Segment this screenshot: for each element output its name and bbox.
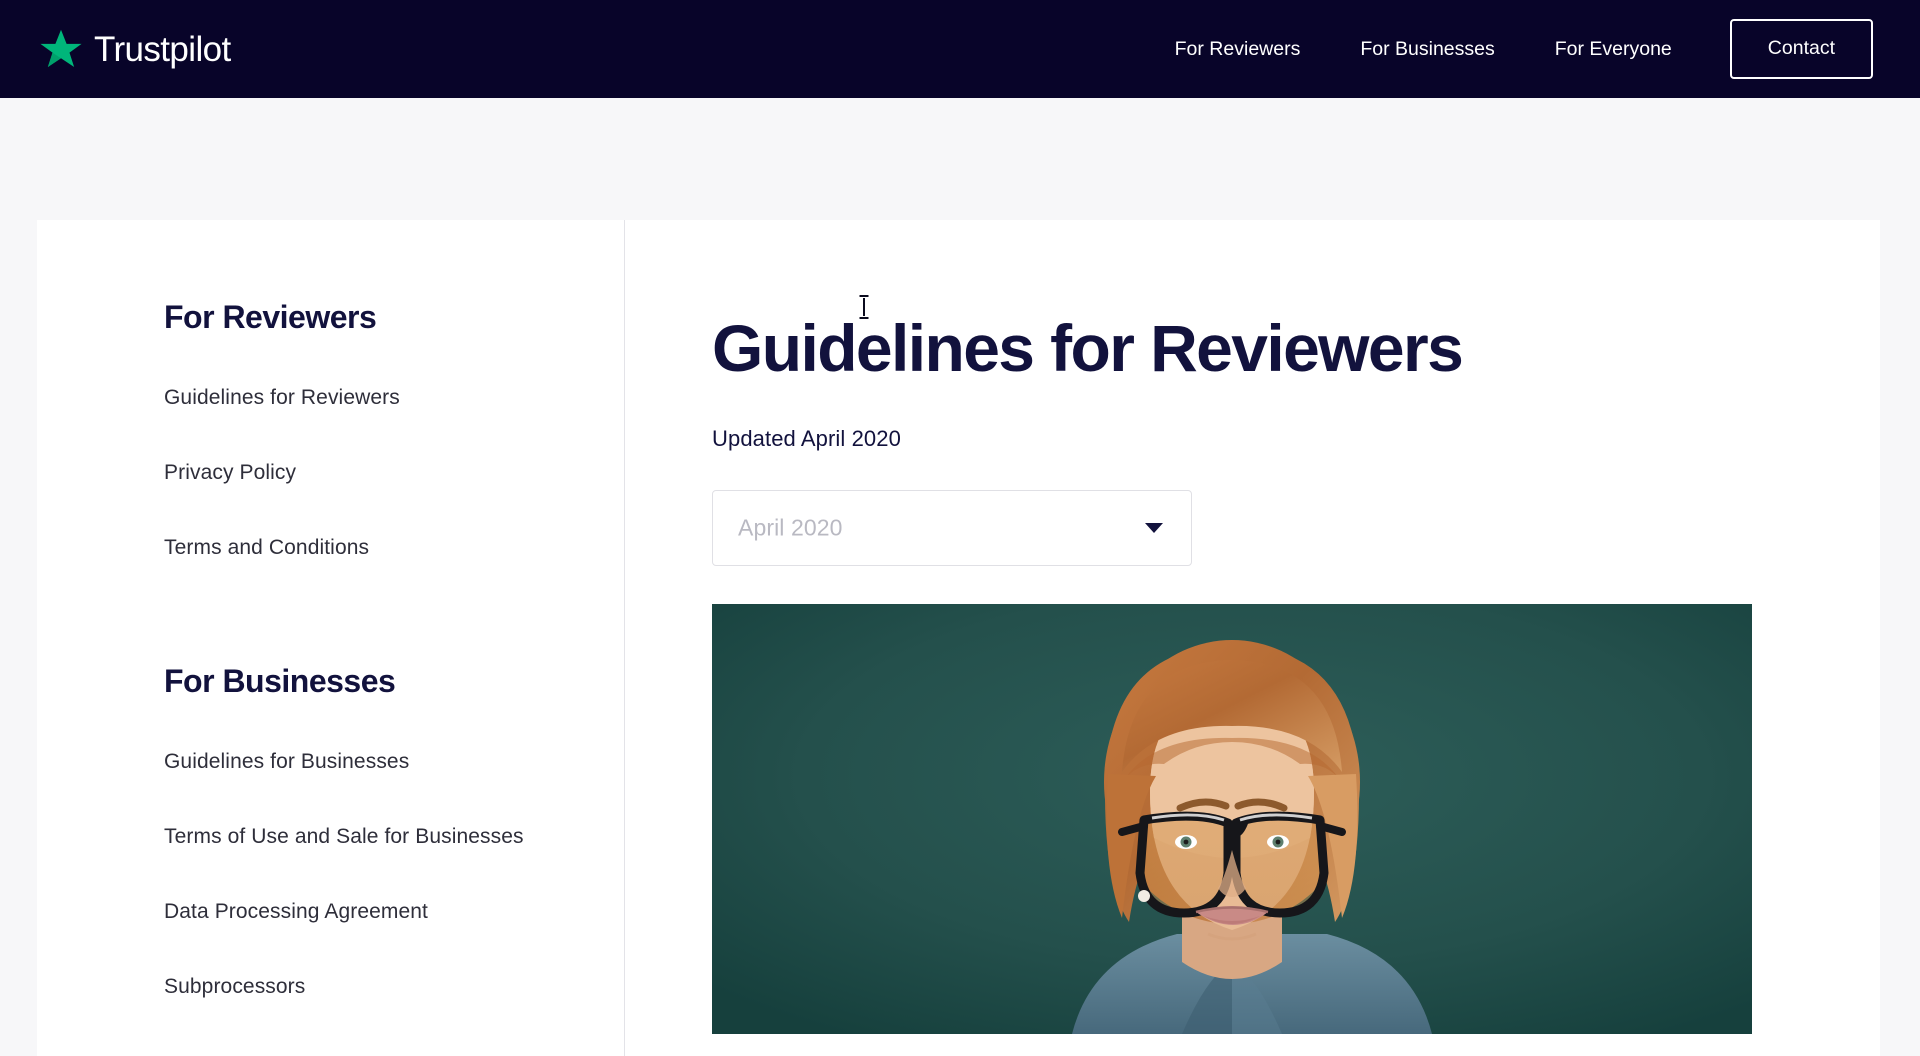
sidebar-item-guidelines-for-reviewers[interactable]: Guidelines for Reviewers <box>37 379 624 418</box>
primary-nav: For Reviewers For Businesses For Everyon… <box>1145 19 1873 79</box>
sidebar-group-title-for-businesses: For Businesses <box>164 662 396 699</box>
trustpilot-logo[interactable]: Trustpilot <box>40 28 231 70</box>
star-icon <box>40 29 82 68</box>
hero-image <box>712 603 1752 1034</box>
sidebar-group-for-businesses: For Businesses Guidelines for Businesses… <box>37 662 624 1007</box>
version-select-value: April 2020 <box>738 514 843 541</box>
page-title: Guidelines for Reviewers <box>712 311 1464 385</box>
version-select[interactable]: April 2020 <box>712 489 1192 566</box>
brand-name: Trustpilot <box>94 29 231 69</box>
sidebar-item-privacy-policy[interactable]: Privacy Policy <box>37 454 624 493</box>
updated-date-text: Updated April 2020 <box>712 425 901 451</box>
secondary-sidebar: For Reviewers Guidelines for Reviewers P… <box>37 220 625 1056</box>
sidebar-item-terms-and-conditions[interactable]: Terms and Conditions <box>37 529 624 568</box>
nav-link-for-reviewers[interactable]: For Reviewers <box>1145 28 1331 71</box>
sidebar-group-title-for-reviewers: For Reviewers <box>164 299 377 335</box>
sidebar-item-guidelines-for-businesses[interactable]: Guidelines for Businesses <box>37 743 624 782</box>
sidebar-item-data-processing-agreement[interactable]: Data Processing Agreement <box>37 893 624 932</box>
sidebar-group-for-reviewers: For Reviewers Guidelines for Reviewers P… <box>37 298 624 568</box>
site-header: Trustpilot For Reviewers For Businesses … <box>0 0 1920 98</box>
contact-button[interactable]: Contact <box>1729 19 1873 79</box>
main-content: Guidelines for Reviewers Updated April 2… <box>625 220 1880 1056</box>
nav-link-for-everyone[interactable]: For Everyone <box>1525 28 1702 71</box>
content-card: For Reviewers Guidelines for Reviewers P… <box>37 220 1880 1056</box>
sidebar-item-terms-of-use-and-sale-for-businesses[interactable]: Terms of Use and Sale for Businesses <box>37 818 624 857</box>
sidebar-item-subprocessors[interactable]: Subprocessors <box>37 968 624 1007</box>
nav-link-for-businesses[interactable]: For Businesses <box>1330 28 1524 71</box>
chevron-down-icon <box>1145 522 1163 533</box>
